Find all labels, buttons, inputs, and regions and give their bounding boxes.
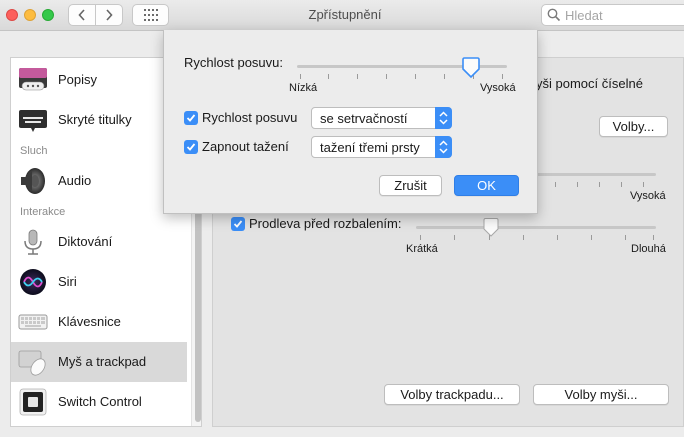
slider-tick [591, 235, 592, 240]
minimize-window-button[interactable] [24, 9, 36, 21]
cancel-button[interactable]: Zrušit [379, 175, 442, 196]
search-icon [547, 8, 561, 22]
sidebar-item-label: Diktování [58, 234, 113, 249]
switch-control-icon [19, 388, 47, 416]
slider-tick [328, 74, 329, 79]
ok-button[interactable]: OK [454, 175, 519, 196]
sidebar-item-label: Myš a trackpad [58, 354, 147, 369]
slider-tick [357, 74, 358, 79]
scroll-speed-label: Rychlost posuvu: [184, 55, 283, 70]
section-header-hearing: Sluch [20, 145, 48, 157]
slider-tick [444, 74, 445, 79]
sidebar-item-keyboard[interactable]: Klávesnice [11, 302, 187, 342]
spring-delay-checkbox[interactable] [231, 217, 245, 231]
sidebar-item-mouse-trackpad[interactable]: Myš a trackpad [11, 342, 187, 382]
chevron-left-icon [78, 9, 85, 21]
siri-icon [20, 269, 46, 295]
slider-tick [420, 235, 421, 240]
mouse-options-button[interactable]: Volby myši... [533, 384, 669, 405]
scroll-speed-min-label: Nízká [289, 82, 318, 94]
chevron-right-icon [106, 9, 113, 21]
dragging-popup-value: tažení třemi prsty [320, 140, 420, 155]
sidebar-item-label: Audio [58, 173, 92, 188]
checkmark-icon [186, 143, 196, 151]
close-window-button[interactable] [6, 9, 18, 21]
sidebar-item-label: Siri [58, 274, 77, 289]
slider-tick [415, 74, 416, 79]
forward-button[interactable] [95, 4, 123, 26]
options-button[interactable]: Volby... [599, 116, 668, 137]
scroll-speed-knob[interactable] [461, 57, 481, 79]
window-title: Zpřístupnění [308, 7, 382, 22]
slider-tick [621, 182, 622, 187]
grid-icon [143, 9, 158, 21]
back-button[interactable] [68, 4, 96, 26]
scrolling-checkbox[interactable] [184, 111, 198, 125]
spring-delay-label: Prodleva před rozbalením: [249, 216, 402, 231]
slider-tick [502, 74, 503, 79]
sidebar-item-closed-captions[interactable]: Skryté titulky [11, 100, 187, 140]
slider-tick [643, 182, 644, 187]
slider-tick [599, 182, 600, 187]
checkmark-icon [233, 220, 243, 228]
slider-tick [300, 74, 301, 79]
show-all-button[interactable] [132, 4, 169, 26]
fullscreen-window-button[interactable] [42, 9, 54, 21]
search-field[interactable]: Hledat [541, 4, 684, 26]
sidebar-item-descriptions[interactable]: Popisy [11, 60, 187, 100]
slider-tick [653, 235, 654, 240]
sidebar-item-label: Klávesnice [58, 314, 121, 329]
microphone-icon [24, 229, 42, 255]
scrolling-popup[interactable]: se setrvačností [311, 107, 452, 129]
partial-description-text: yši pomocí číselné [536, 76, 643, 91]
spring-delay-max-label: Dlouhá [631, 243, 666, 255]
slider-tick [454, 235, 455, 240]
dragging-checkbox[interactable] [184, 140, 198, 154]
spring-delay-knob[interactable] [482, 218, 500, 238]
trackpad-options-button[interactable]: Volby trackpadu... [384, 384, 520, 405]
sidebar-item-audio[interactable]: Audio [11, 161, 187, 201]
mouse-trackpad-icon [18, 350, 46, 376]
tracking-speed-max-label: Vysoká [630, 190, 666, 202]
speaker-icon [21, 168, 45, 194]
sidebar-item-switch-control[interactable]: Switch Control [11, 382, 187, 422]
sidebar-item-dictation[interactable]: Diktování [11, 222, 187, 262]
scrolling-label: Rychlost posuvu [202, 110, 298, 125]
sidebar-item-label: Switch Control [58, 394, 142, 409]
closed-captions-icon [19, 110, 47, 132]
popup-arrows-icon [435, 136, 452, 158]
keyboard-icon [18, 314, 48, 330]
slider-tick [577, 182, 578, 187]
trackpad-options-sheet: Rychlost posuvu: Nízká Vysoká Rychlost p… [163, 30, 538, 214]
popup-arrows-icon [435, 107, 452, 129]
dragging-label: Zapnout tažení [202, 139, 289, 154]
checkmark-icon [186, 114, 196, 122]
scrolling-popup-value: se setrvačností [320, 111, 408, 126]
slider-tick [625, 235, 626, 240]
sidebar-item-label: Popisy [58, 72, 98, 87]
slider-tick [557, 235, 558, 240]
slider-tick [523, 235, 524, 240]
section-header-interaction: Interakce [20, 206, 66, 218]
captions-icon [19, 68, 47, 91]
spring-delay-track[interactable] [416, 226, 656, 229]
search-placeholder: Hledat [565, 8, 603, 23]
spring-delay-min-label: Krátká [406, 243, 438, 255]
sidebar-item-label: Skryté titulky [58, 112, 132, 127]
scroll-speed-max-label: Vysoká [480, 82, 516, 94]
slider-tick [555, 182, 556, 187]
dragging-popup[interactable]: tažení třemi prsty [311, 136, 452, 158]
slider-tick [386, 74, 387, 79]
tracking-speed-track[interactable] [536, 173, 656, 176]
sidebar-item-siri[interactable]: Siri [11, 262, 187, 302]
title-bar: Zpřístupnění Hledat [0, 0, 684, 31]
